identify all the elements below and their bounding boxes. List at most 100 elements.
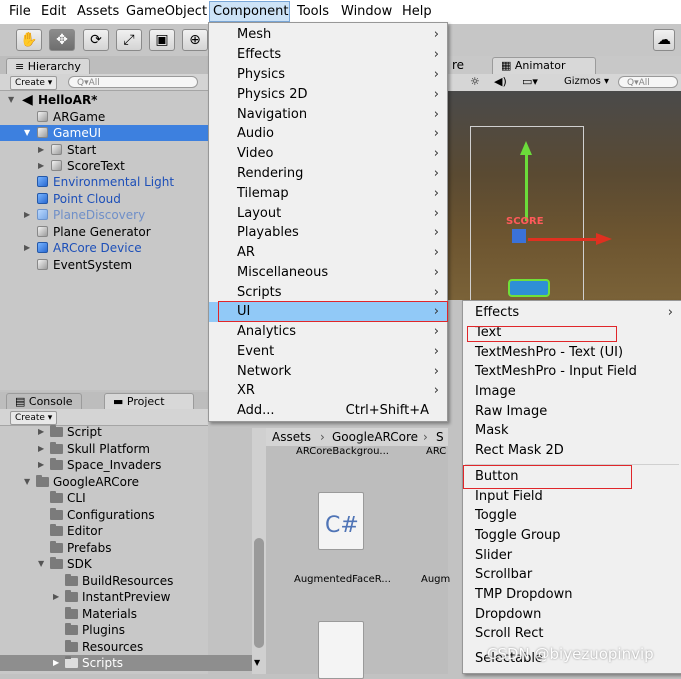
- expand-arrow-icon[interactable]: ▼: [24, 474, 30, 490]
- hierarchy-row-selected[interactable]: ▼ GameUI: [0, 125, 208, 141]
- scene-search-input[interactable]: Q▾All: [618, 76, 678, 88]
- project-row[interactable]: ▶ Script: [0, 424, 208, 440]
- rect-tool-icon[interactable]: ▣: [149, 29, 175, 51]
- hand-tool-icon[interactable]: ✋: [16, 29, 42, 51]
- scene-row[interactable]: ▼ ◀ HelloAR*: [0, 92, 208, 108]
- hierarchy-row[interactable]: Plane Generator: [0, 224, 208, 240]
- menu-item-physics-2d[interactable]: Physics 2D ›: [209, 85, 447, 105]
- project-row[interactable]: Resources: [0, 639, 208, 655]
- menu-item-scripts[interactable]: Scripts ›: [209, 283, 447, 303]
- breadcrumb-googlearcore[interactable]: GoogleARCore: [332, 430, 418, 444]
- submenu-item-textmeshpro-text[interactable]: TextMeshPro - Text (UI): [463, 343, 681, 363]
- menu-item-xr[interactable]: XR ›: [209, 381, 447, 401]
- csharp-file-icon[interactable]: [318, 621, 364, 679]
- asset-label[interactable]: ARC: [426, 446, 446, 457]
- submenu-item-rect-mask-2d[interactable]: Rect Mask 2D: [463, 441, 681, 461]
- effects-toggle-icon[interactable]: ▭▾: [522, 75, 538, 88]
- menu-item-miscellaneous[interactable]: Miscellaneous ›: [209, 263, 447, 283]
- menu-assets[interactable]: Assets: [77, 4, 119, 19]
- tab-animator[interactable]: ▦ Animator: [492, 57, 596, 74]
- menu-item-mesh[interactable]: Mesh ›: [209, 25, 447, 45]
- tab-hierarchy[interactable]: ≡ Hierarchy: [6, 58, 90, 75]
- expand-arrow-icon[interactable]: ▶: [38, 457, 44, 473]
- hierarchy-row[interactable]: ▶ PlaneDiscovery: [0, 207, 208, 223]
- tab-scene-partial[interactable]: re: [452, 58, 464, 72]
- tab-project[interactable]: ▬ Project: [104, 393, 194, 410]
- submenu-item-dropdown[interactable]: Dropdown: [463, 605, 681, 625]
- submenu-item-image[interactable]: Image: [463, 382, 681, 402]
- project-row[interactable]: CLI: [0, 490, 208, 506]
- hierarchy-row[interactable]: ▶ Start: [0, 142, 208, 158]
- tab-console[interactable]: ▤ Console: [6, 393, 82, 410]
- menu-item-analytics[interactable]: Analytics ›: [209, 322, 447, 342]
- submenu-item-mask[interactable]: Mask: [463, 421, 681, 441]
- menu-item-physics[interactable]: Physics ›: [209, 65, 447, 85]
- transform-tool-icon[interactable]: ⊕: [182, 29, 208, 51]
- project-row[interactable]: Editor: [0, 523, 208, 539]
- project-row[interactable]: ▼ GoogleARCore: [0, 474, 208, 490]
- scrollbar-thumb[interactable]: [254, 538, 264, 648]
- project-create-button[interactable]: Create ▾: [10, 411, 58, 425]
- submenu-item-scroll-rect[interactable]: Scroll Rect: [463, 624, 681, 644]
- menu-item-navigation[interactable]: Navigation ›: [209, 105, 447, 125]
- submenu-item-input-field[interactable]: Input Field: [463, 487, 681, 507]
- submenu-item-effects[interactable]: Effects ›: [463, 303, 681, 323]
- csharp-file-icon[interactable]: C#: [318, 492, 364, 550]
- hierarchy-row[interactable]: ARGame: [0, 109, 208, 125]
- expand-arrow-icon[interactable]: ▶: [38, 441, 44, 457]
- asset-label[interactable]: ARCoreBackgrou...: [296, 446, 389, 457]
- project-row[interactable]: ▶ Skull Platform: [0, 441, 208, 457]
- hierarchy-row[interactable]: Environmental Light: [0, 174, 208, 190]
- project-row-selected[interactable]: ▶ Scripts: [0, 655, 252, 671]
- expand-arrow-icon[interactable]: ▶: [38, 424, 44, 440]
- asset-label[interactable]: AugmentedFaceR...: [294, 574, 391, 585]
- scale-tool-icon[interactable]: ⤢: [116, 29, 142, 51]
- breadcrumb-current[interactable]: S: [436, 430, 444, 444]
- move-gizmo-y-axis[interactable]: [525, 151, 528, 221]
- project-row[interactable]: Plugins: [0, 622, 208, 638]
- expand-arrow-icon[interactable]: ▼: [24, 125, 30, 141]
- menu-gameobject[interactable]: GameObject: [126, 4, 207, 19]
- menu-item-video[interactable]: Video ›: [209, 144, 447, 164]
- breadcrumb-assets[interactable]: Assets: [272, 430, 311, 444]
- menu-item-ar[interactable]: AR ›: [209, 243, 447, 263]
- submenu-item-toggle[interactable]: Toggle: [463, 506, 681, 526]
- menu-item-network[interactable]: Network ›: [209, 362, 447, 382]
- menu-help[interactable]: Help: [402, 4, 432, 19]
- expand-arrow-icon[interactable]: ▶: [38, 142, 44, 158]
- score-text-gizmo[interactable]: SCORE: [506, 216, 544, 227]
- submenu-item-tmp-dropdown[interactable]: TMP Dropdown: [463, 585, 681, 605]
- expand-arrow-icon[interactable]: ▶: [53, 655, 59, 671]
- rotate-tool-icon[interactable]: ⟳: [83, 29, 109, 51]
- project-row[interactable]: BuildResources: [0, 573, 208, 589]
- menu-item-playables[interactable]: Playables ›: [209, 223, 447, 243]
- hierarchy-row[interactable]: EventSystem: [0, 257, 208, 273]
- menu-component[interactable]: Component: [213, 4, 288, 19]
- menu-item-tilemap[interactable]: Tilemap ›: [209, 184, 447, 204]
- gizmos-dropdown[interactable]: Gizmos ▾: [564, 76, 609, 87]
- expand-arrow-icon[interactable]: ▶: [38, 158, 44, 174]
- light-toggle-icon[interactable]: ☼: [470, 75, 480, 88]
- move-gizmo-y-arrow-icon[interactable]: [520, 141, 532, 155]
- menu-window[interactable]: Window: [341, 4, 392, 19]
- submenu-item-raw-image[interactable]: Raw Image: [463, 402, 681, 422]
- move-gizmo-x-axis[interactable]: [528, 238, 598, 241]
- menu-item-add[interactable]: Add... Ctrl+Shift+A: [209, 401, 447, 421]
- menu-edit[interactable]: Edit: [41, 4, 66, 19]
- submenu-item-slider[interactable]: Slider: [463, 546, 681, 566]
- project-tree-scrollbar[interactable]: ▼: [252, 428, 266, 674]
- hierarchy-row[interactable]: ▶ ARCore Device: [0, 240, 208, 256]
- audio-toggle-icon[interactable]: ◀): [494, 75, 507, 88]
- hierarchy-create-button[interactable]: Create ▾: [10, 76, 58, 90]
- asset-label[interactable]: Augm: [421, 574, 450, 585]
- scene-view[interactable]: SCORE: [448, 91, 681, 300]
- project-row[interactable]: ▶ Space_Invaders: [0, 457, 208, 473]
- expand-arrow-icon[interactable]: ▶: [24, 240, 30, 256]
- menu-item-effects[interactable]: Effects ›: [209, 45, 447, 65]
- project-row[interactable]: Prefabs: [0, 540, 208, 556]
- project-row[interactable]: ▶ InstantPreview: [0, 589, 208, 605]
- submenu-item-scrollbar[interactable]: Scrollbar: [463, 565, 681, 585]
- menu-item-rendering[interactable]: Rendering ›: [209, 164, 447, 184]
- expand-arrow-icon[interactable]: ▶: [53, 589, 59, 605]
- submenu-item-textmeshpro-input[interactable]: TextMeshPro - Input Field: [463, 362, 681, 382]
